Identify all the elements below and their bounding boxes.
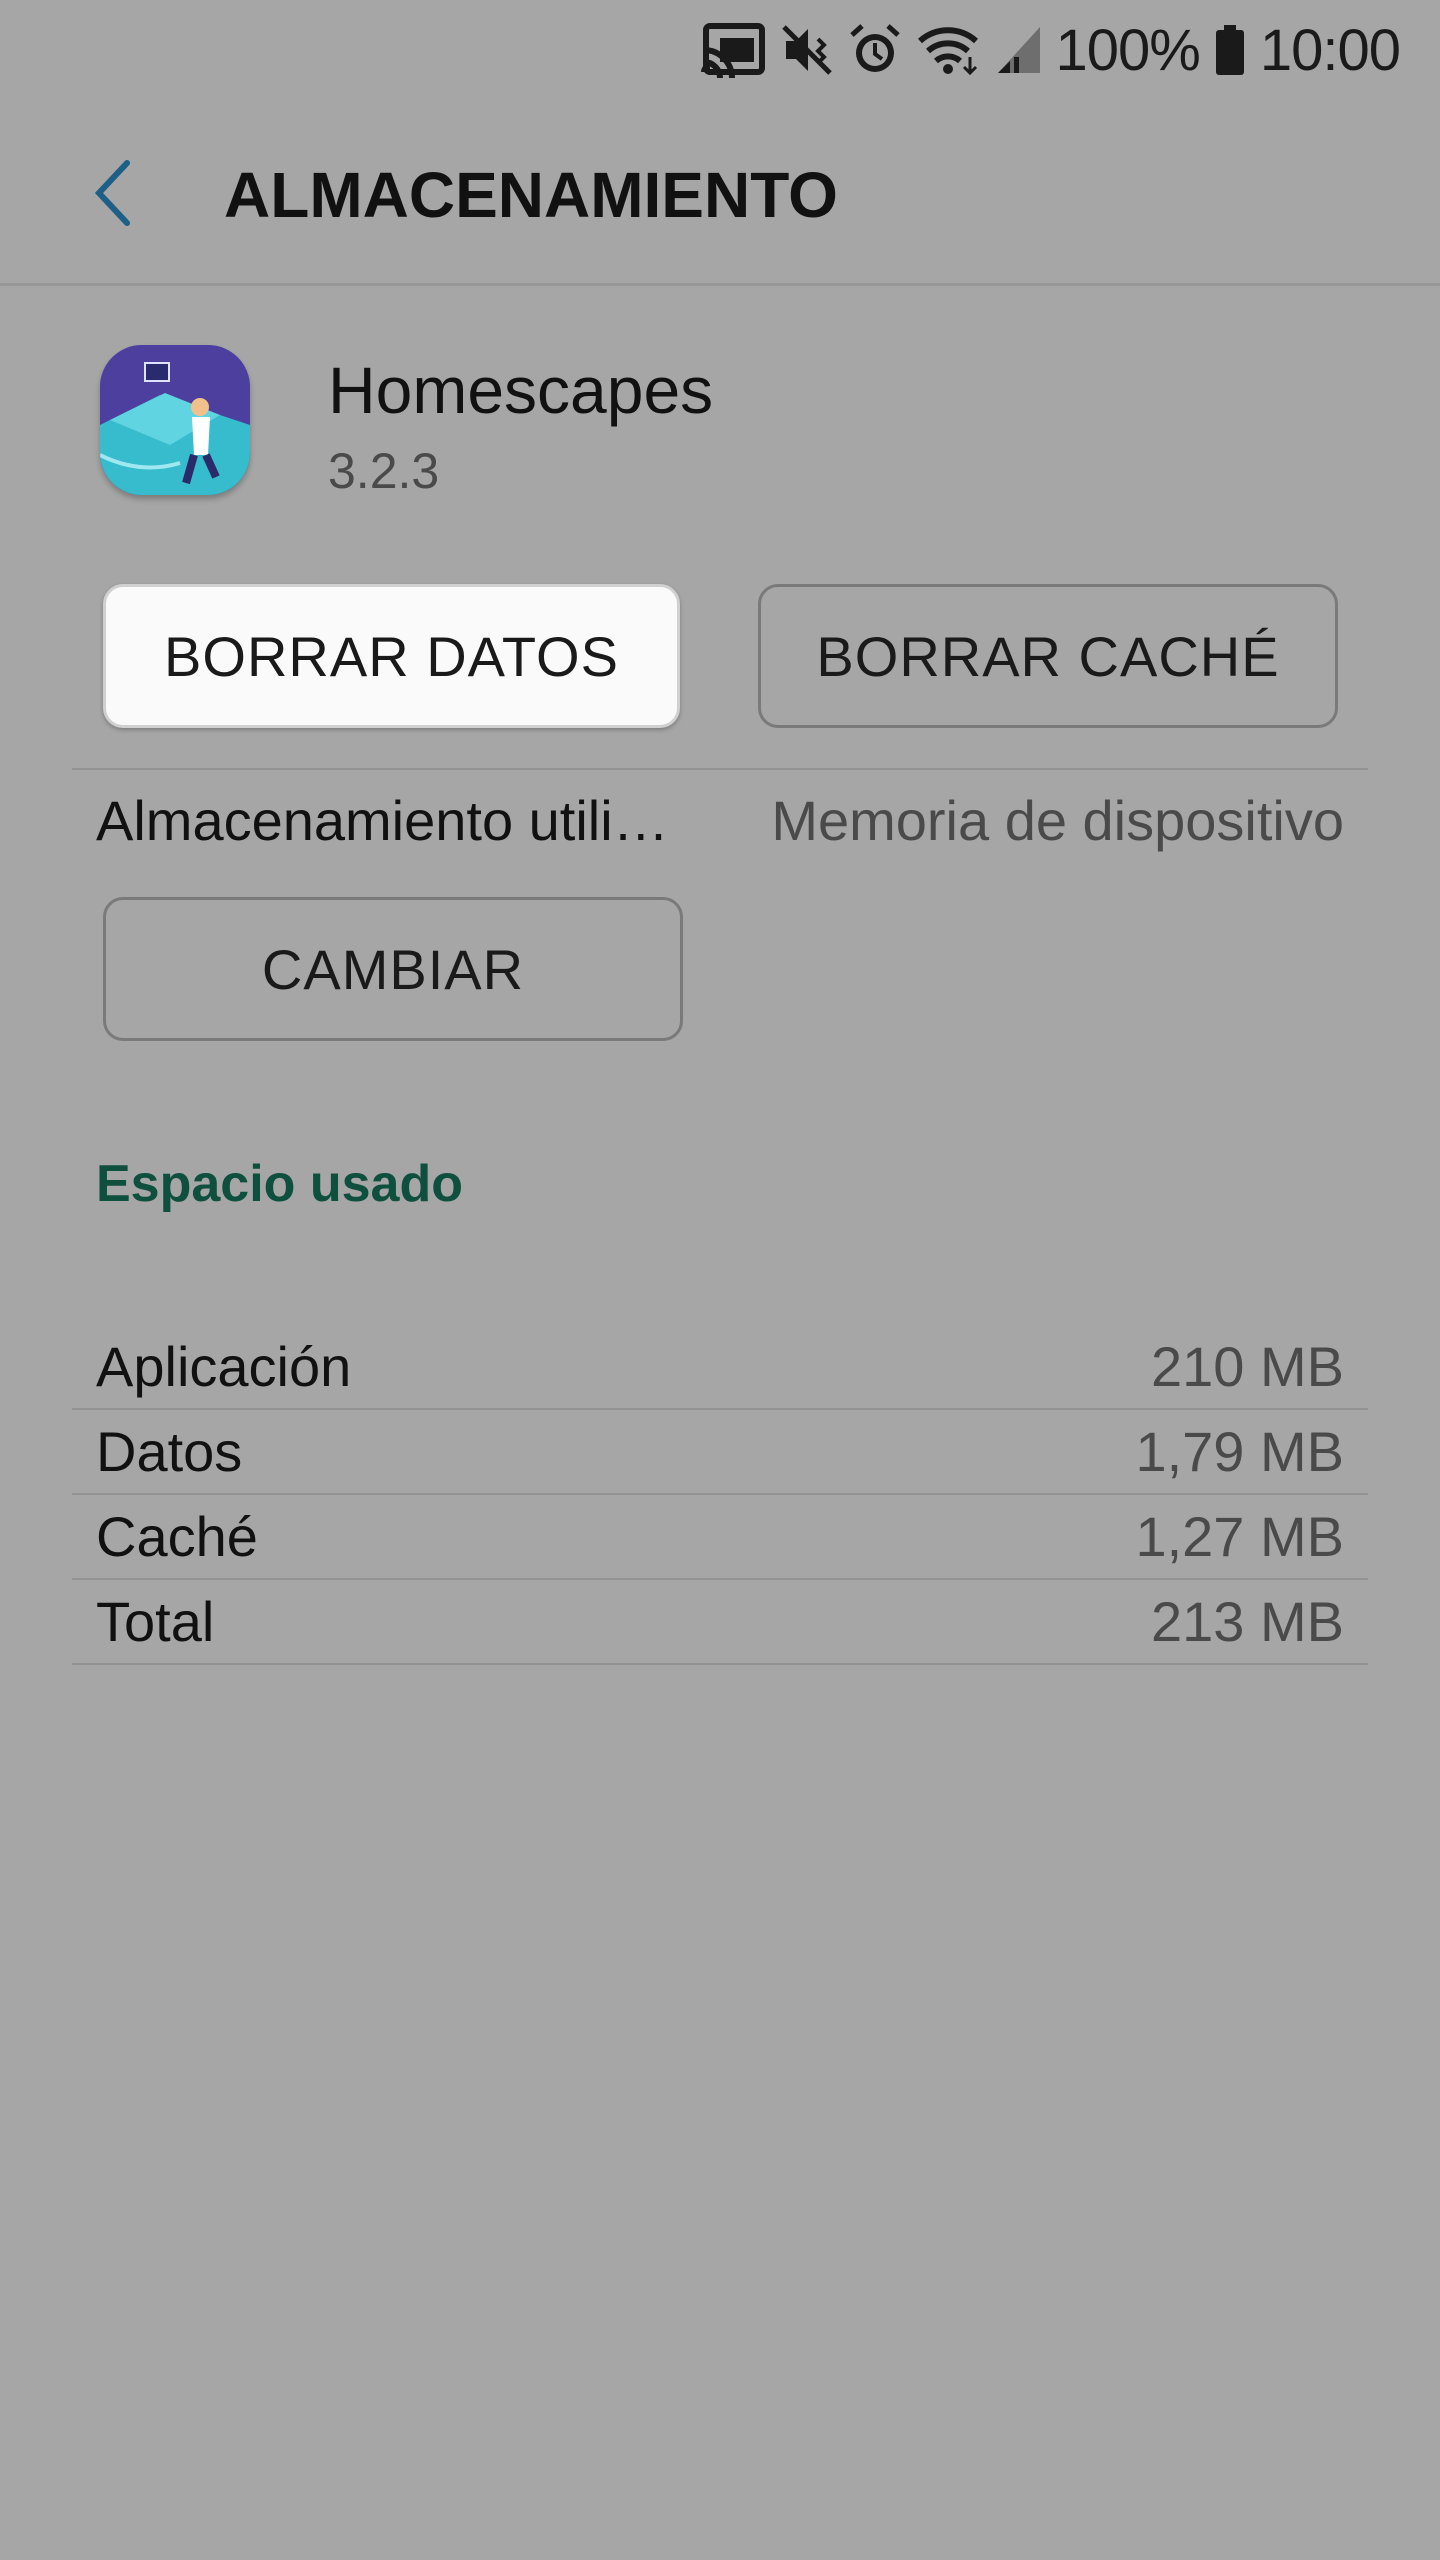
alarm-icon — [848, 23, 902, 77]
row-value: 213 MB — [1151, 1590, 1344, 1653]
mute-vibrate-icon — [780, 23, 834, 77]
clock: 10:00 — [1259, 17, 1401, 83]
row-value: 210 MB — [1151, 1335, 1344, 1398]
row-value: 1,79 MB — [1135, 1420, 1344, 1483]
table-row: Caché 1,27 MB — [72, 1495, 1368, 1580]
row-label: Datos — [96, 1420, 243, 1483]
homescapes-app-icon — [100, 345, 250, 495]
clear-data-button[interactable]: BORRAR DATOS — [103, 584, 680, 728]
app-version: 3.2.3 — [328, 443, 440, 499]
change-storage-button[interactable]: CAMBIAR — [103, 897, 683, 1041]
row-label: Caché — [96, 1505, 258, 1568]
table-row: Datos 1,79 MB — [72, 1410, 1368, 1495]
clear-cache-button[interactable]: BORRAR CACHÉ — [758, 584, 1338, 728]
wifi-icon — [916, 23, 982, 77]
battery-icon — [1214, 23, 1246, 77]
storage-used-value: Memoria de dispositivo — [771, 788, 1344, 852]
row-label: Total — [96, 1590, 215, 1653]
table-row: Total 213 MB — [72, 1580, 1368, 1665]
chevron-left-icon — [89, 157, 135, 234]
app-bar: ALMACENAMIENTO — [0, 100, 1440, 286]
page-title: ALMACENAMIENTO — [224, 159, 838, 231]
app-name: Homescapes — [328, 353, 714, 427]
space-used-table: Aplicación 210 MB Datos 1,79 MB Caché 1,… — [72, 1325, 1368, 1665]
section-title-space-used: Espacio usado — [96, 1155, 463, 1213]
row-label: Aplicación — [96, 1335, 352, 1398]
battery-percent: 100% — [1055, 17, 1201, 83]
row-value: 1,27 MB — [1135, 1505, 1344, 1568]
storage-used-label: Almacenamiento utili… — [96, 788, 669, 852]
signal-icon — [996, 23, 1042, 77]
cast-icon — [700, 22, 766, 78]
divider — [72, 768, 1368, 770]
back-button[interactable] — [72, 150, 152, 240]
status-bar: 100% 10:00 — [0, 0, 1440, 100]
storage-location-row: Almacenamiento utili… Memoria de disposi… — [96, 780, 1344, 860]
table-row: Aplicación 210 MB — [72, 1325, 1368, 1410]
